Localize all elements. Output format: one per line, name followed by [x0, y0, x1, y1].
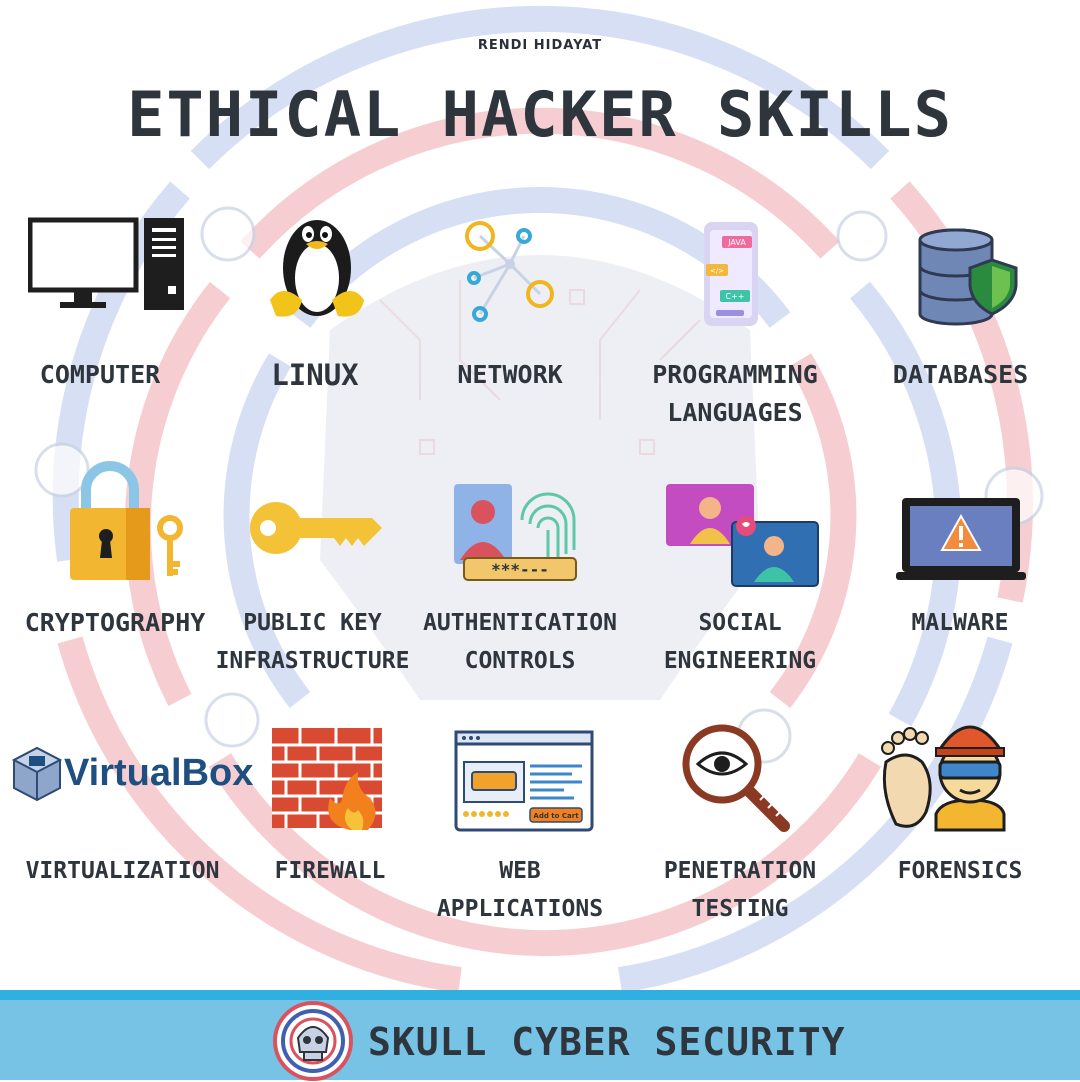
cpp-tag: C++: [726, 292, 745, 301]
password-mask: ***---: [491, 560, 549, 579]
web-application-icon: Add to Cart: [454, 730, 594, 832]
authentication-icon: ***---: [454, 484, 577, 581]
code-tag: </>: [710, 267, 724, 275]
padlock-key-icon: [70, 461, 183, 580]
computer-icon: [28, 217, 184, 310]
java-tag: JAVA: [727, 238, 746, 247]
skill-label-forensics: FORENSICS: [897, 858, 1023, 884]
key-icon: [250, 502, 382, 554]
social-engineering-icon: [666, 484, 819, 587]
database-shield-icon: [918, 228, 1018, 326]
virtualbox-wordmark: VirtualBox: [64, 752, 254, 794]
add-to-cart-tag: Add to Cart: [533, 812, 579, 820]
programming-phone-icon: JAVA </> C++: [704, 222, 758, 326]
skill-label-public-key-infrastructure: PUBLIC KEY INFRASTRUCTURE: [215, 610, 410, 674]
skill-label-network: NETWORK: [457, 360, 563, 389]
page-title: ETHICAL HACKER SKILLS: [127, 78, 953, 151]
skill-label-social-engineering: SOCIAL ENGINEERING: [663, 610, 817, 674]
skill-label-databases: DATABASES: [892, 360, 1029, 389]
skill-label-penetration-testing: PENETRATION TESTING: [663, 858, 817, 922]
magnifier-eye-icon: [682, 724, 790, 832]
virtualbox-logo-icon: [12, 746, 62, 802]
skill-label-authentication-controls: AUTHENTICATION CONTROLS: [423, 610, 617, 674]
footer-brand: SKULL CYBER SECURITY: [368, 1020, 846, 1064]
firewall-icon: [272, 728, 382, 830]
skill-label-computer: COMPUTER: [39, 360, 161, 389]
skill-label-firewall: FIREWALL: [274, 858, 386, 884]
skill-label-web-applications: WEB APPLICATIONS: [436, 858, 604, 922]
skill-label-cryptography: CRYPTOGRAPHY: [24, 608, 206, 637]
skill-label-malware: MALWARE: [911, 610, 1009, 636]
linux-tux-icon: [270, 220, 364, 317]
forensics-thief-footprint-icon: [881, 725, 1006, 832]
author-name: RENDI HIDAYAT: [477, 38, 603, 53]
skill-label-linux: LINUX: [271, 358, 359, 392]
malware-laptop-icon: [896, 498, 1026, 580]
network-icon: [465, 221, 554, 322]
footer-accent-line: [0, 990, 1080, 1000]
skill-label-programming-languages: PROGRAMMING LANGUAGES: [652, 360, 818, 427]
skill-label-virtualization: VIRTUALIZATION: [25, 858, 220, 884]
skull-logo-icon: [273, 1001, 353, 1081]
